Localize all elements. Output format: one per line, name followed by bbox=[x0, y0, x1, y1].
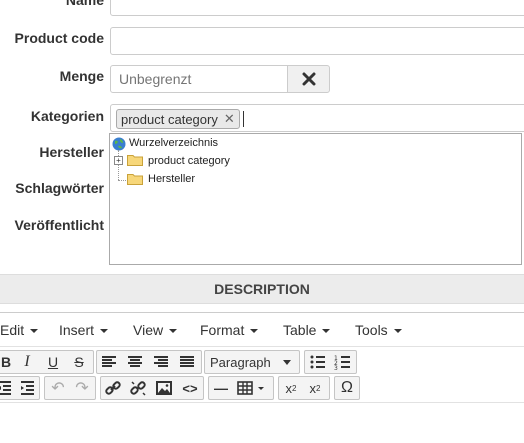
align-justify-icon[interactable] bbox=[175, 351, 199, 373]
outdent-icon[interactable] bbox=[0, 377, 16, 399]
superscript-icon[interactable]: x2 bbox=[303, 377, 327, 399]
category-tree[interactable]: Wurzelverzeichnis + product category Her… bbox=[109, 133, 522, 265]
numbered-list-icon[interactable]: 123 bbox=[331, 351, 355, 373]
name-label: Name bbox=[65, 0, 104, 8]
description-title: DESCRIPTION bbox=[214, 281, 310, 297]
svg-text:3: 3 bbox=[334, 365, 338, 372]
tree-item-product-category[interactable]: product category bbox=[148, 155, 230, 167]
description-header: DESCRIPTION bbox=[0, 274, 524, 304]
menu-table[interactable]: Table bbox=[283, 322, 331, 338]
text-cursor bbox=[243, 111, 244, 127]
align-left-icon[interactable] bbox=[97, 351, 121, 373]
horizontal-rule-icon[interactable]: — bbox=[209, 377, 233, 399]
category-tag: product category ✕ bbox=[116, 109, 240, 129]
close-icon bbox=[302, 72, 315, 86]
menu-tools[interactable]: Tools bbox=[355, 322, 402, 338]
folder-icon bbox=[127, 174, 143, 185]
category-tag-label: product category bbox=[121, 111, 218, 127]
product-code-label: Product code bbox=[14, 30, 104, 46]
tree-root-label[interactable]: Wurzelverzeichnis bbox=[129, 137, 218, 149]
veroeffentlicht-label: Veröffentlicht bbox=[14, 217, 104, 233]
menu-edit[interactable]: Edit bbox=[0, 322, 39, 338]
menge-input[interactable] bbox=[110, 65, 288, 93]
indent-icon[interactable] bbox=[15, 377, 39, 399]
undo-icon[interactable]: ↶ bbox=[46, 377, 70, 399]
schlagwoerter-label: Schlagwörter bbox=[15, 180, 104, 196]
link-icon[interactable] bbox=[101, 377, 125, 399]
folder-icon bbox=[127, 155, 143, 166]
kategorien-label: Kategorien bbox=[30, 108, 104, 124]
strikethrough-button[interactable]: S bbox=[67, 351, 91, 373]
hersteller-label: Hersteller bbox=[39, 144, 104, 160]
menu-format[interactable]: Format bbox=[200, 322, 259, 338]
unlink-icon[interactable] bbox=[126, 377, 150, 399]
kategorien-input[interactable]: product category ✕ bbox=[110, 104, 524, 132]
bullet-list-icon[interactable] bbox=[306, 351, 330, 373]
globe-icon bbox=[112, 137, 126, 151]
underline-button[interactable]: U bbox=[41, 351, 65, 373]
omega-icon[interactable]: Ω bbox=[335, 377, 359, 399]
remove-tag-icon[interactable]: ✕ bbox=[224, 111, 235, 127]
format-select-value: Paragraph bbox=[210, 354, 271, 370]
subscript-icon[interactable]: x2 bbox=[279, 377, 303, 399]
name-input[interactable] bbox=[110, 0, 524, 16]
align-right-icon[interactable] bbox=[149, 351, 173, 373]
expand-toggle[interactable]: + bbox=[114, 156, 123, 165]
menu-insert[interactable]: Insert bbox=[59, 322, 109, 338]
align-center-icon[interactable] bbox=[123, 351, 147, 373]
menge-clear-button[interactable] bbox=[287, 65, 330, 93]
menu-view[interactable]: View bbox=[133, 322, 178, 338]
menge-label: Menge bbox=[59, 68, 104, 84]
redo-icon[interactable]: ↷ bbox=[70, 377, 94, 399]
image-icon[interactable] bbox=[152, 377, 176, 399]
chevron-down-icon bbox=[283, 360, 291, 365]
tree-item-hersteller[interactable]: Hersteller bbox=[148, 173, 195, 185]
italic-button[interactable]: I bbox=[15, 351, 39, 373]
code-icon[interactable]: <> bbox=[178, 377, 202, 399]
product-code-input[interactable] bbox=[110, 27, 524, 55]
format-select[interactable]: Paragraph bbox=[204, 350, 300, 374]
table-icon[interactable] bbox=[235, 377, 269, 399]
